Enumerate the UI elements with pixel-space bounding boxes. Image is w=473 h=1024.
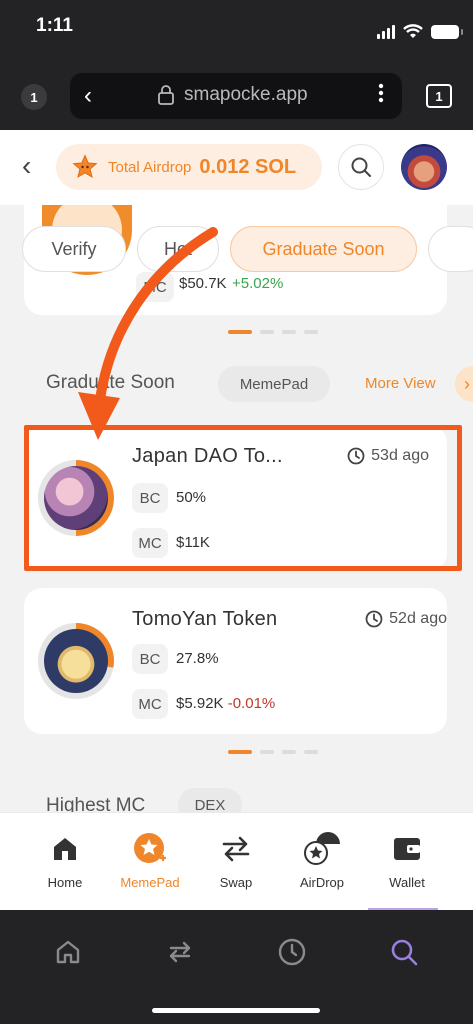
- home-icon: [51, 833, 79, 865]
- token-name: TomoYan Token: [132, 608, 278, 630]
- token-avatar: [44, 629, 108, 693]
- airdrop-label: Total Airdrop: [108, 158, 192, 176]
- url-bar[interactable]: ‹ smapocke.app: [70, 73, 402, 119]
- browser-search-button[interactable]: [384, 932, 424, 972]
- wifi-icon: [403, 24, 423, 38]
- browser-home-button[interactable]: [48, 932, 88, 972]
- more-view-link[interactable]: More View: [365, 375, 436, 392]
- tab-count-left[interactable]: 1: [21, 84, 47, 110]
- chip-verify[interactable]: Verify: [22, 226, 126, 272]
- mc-value-text: $5.92K: [176, 695, 224, 712]
- browser-history-button[interactable]: [272, 932, 312, 972]
- app-bottom-nav: Home MemePad Swap AirDrop Wallet: [0, 812, 473, 910]
- chip-graduate-soon[interactable]: Graduate Soon: [230, 226, 417, 272]
- swap-outline-icon: [169, 941, 191, 963]
- nav-swap[interactable]: Swap: [196, 833, 276, 890]
- nav-airdrop-label: AirDrop: [299, 875, 345, 890]
- airdrop-icon: [302, 832, 342, 865]
- filter-chips: Verify Hot Graduate Soon: [0, 226, 473, 278]
- search-outline-icon: [391, 939, 418, 966]
- back-chevron-icon[interactable]: ‹: [22, 150, 31, 182]
- section-tag: MemePad: [218, 366, 330, 402]
- chip-hot[interactable]: Hot: [137, 226, 219, 272]
- clock-outline-icon: [278, 938, 306, 966]
- mc-change: -0.01%: [227, 695, 276, 712]
- status-time: 1:11: [36, 15, 73, 36]
- search-button[interactable]: [338, 144, 384, 190]
- nav-home[interactable]: Home: [25, 833, 105, 890]
- nav-wallet[interactable]: Wallet: [367, 833, 447, 890]
- nav-memepad-label: MemePad: [120, 875, 180, 890]
- nav-memepad[interactable]: MemePad: [110, 833, 190, 890]
- signal-icon: [377, 24, 395, 39]
- mc-badge: MC: [132, 689, 168, 719]
- home-outline-icon: [56, 940, 80, 964]
- back-icon[interactable]: ‹: [84, 82, 92, 110]
- browser-swap-button[interactable]: [160, 932, 200, 972]
- highlight-annotation-box: [24, 425, 462, 571]
- nav-home-label: Home: [47, 875, 83, 890]
- carousel-dots: [228, 330, 318, 334]
- chip-more[interactable]: [428, 226, 473, 272]
- bc-value: 27.8%: [176, 650, 219, 667]
- tab-count-right[interactable]: 1: [426, 84, 452, 108]
- home-indicator: [152, 1008, 320, 1013]
- clock-icon: [365, 610, 383, 628]
- bc-badge: BC: [132, 644, 168, 674]
- browser-bottom-bar: [0, 910, 473, 1024]
- token-age: 52d ago: [365, 610, 447, 628]
- status-icons: [377, 24, 463, 39]
- nav-swap-label: Swap: [219, 875, 253, 890]
- star-icon: [72, 154, 98, 179]
- carousel-dots-2: [228, 750, 318, 754]
- airdrop-value: 0.012 SOL: [199, 155, 297, 178]
- more-vertical-icon[interactable]: [378, 83, 384, 103]
- search-icon: [351, 157, 371, 177]
- memepad-icon: [133, 833, 167, 865]
- total-airdrop-pill[interactable]: Total Airdrop 0.012 SOL: [56, 144, 322, 190]
- battery-icon: [431, 24, 463, 39]
- nav-wallet-label: Wallet: [389, 875, 425, 890]
- avatar[interactable]: [401, 144, 447, 190]
- section-title: Graduate Soon: [46, 372, 175, 393]
- nav-airdrop[interactable]: AirDrop: [282, 832, 362, 890]
- app-header: ‹ Total Airdrop 0.012 SOL: [0, 130, 473, 205]
- url-text: smapocke.app: [184, 84, 308, 105]
- chevron-right-icon[interactable]: ›: [455, 366, 473, 402]
- token-card-tomoyan[interactable]: TomoYan Token 52d ago BC 27.8% MC $5.92K…: [24, 588, 447, 734]
- swap-icon: [220, 833, 252, 865]
- lock-icon: [158, 85, 174, 105]
- mc-value: $5.92K -0.01%: [176, 695, 275, 712]
- token-age-text: 52d ago: [389, 610, 447, 627]
- wallet-icon: [392, 833, 422, 865]
